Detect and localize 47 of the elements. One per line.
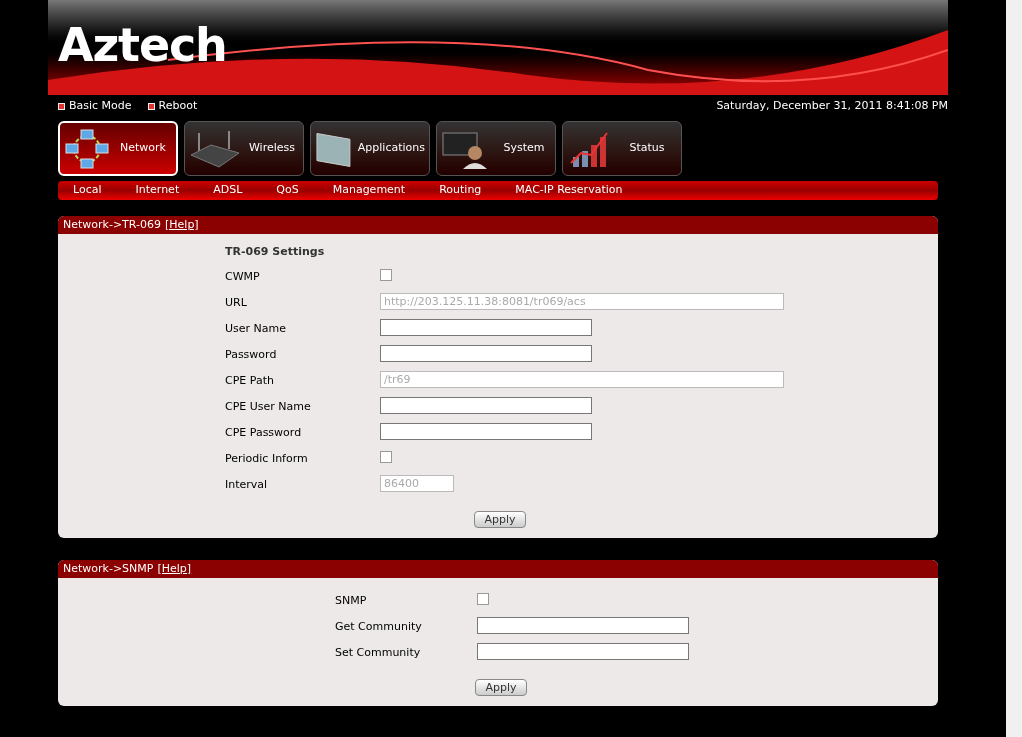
field-label: URL [225, 294, 248, 311]
field-label: Periodic Inform [225, 450, 309, 467]
field-label: Interval [225, 476, 269, 493]
panel-title: Network->TR-069 [63, 216, 161, 233]
field-label: CPE Password [225, 424, 303, 441]
field-label: CPE Path [225, 372, 275, 389]
sub-nav-link[interactable]: Routing [439, 182, 482, 199]
logo: Aztech [58, 22, 227, 68]
router-icon [189, 128, 241, 169]
text-field[interactable] [477, 616, 689, 634]
date-time: Saturday, December 31, 2011 8:41:08 PM [716, 97, 948, 114]
text-field[interactable] [477, 642, 689, 660]
header-link[interactable]: Reboot [147, 97, 198, 115]
field-label: CPE User Name [225, 398, 312, 415]
scrollbar[interactable] [1006, 0, 1022, 737]
main-tab[interactable]: Status [562, 121, 682, 176]
panel-title: Network->SNMP [63, 560, 154, 577]
main-tab[interactable]: System [436, 121, 556, 176]
field-label: Get Community [335, 618, 423, 635]
sub-nav-link[interactable]: MAC-IP Reservation [515, 182, 623, 199]
apply-button[interactable]: Apply [475, 679, 527, 696]
help-link[interactable]: [Help] [157, 560, 192, 578]
field-label: CWMP [225, 268, 261, 285]
main-tab[interactable]: Applications [310, 121, 430, 176]
field-label: Password [225, 346, 278, 363]
sub-nav-link[interactable]: Internet [135, 182, 180, 199]
main-tab[interactable]: Network [58, 121, 178, 176]
text-field[interactable] [380, 318, 592, 336]
checkbox[interactable] [380, 451, 392, 463]
text-field[interactable] [380, 396, 592, 414]
sub-nav-link[interactable]: QoS [276, 182, 299, 199]
text-field[interactable] [380, 344, 592, 362]
field-label: User Name [225, 320, 288, 337]
apply-button[interactable]: Apply [474, 511, 526, 528]
checkbox[interactable] [477, 593, 489, 605]
field-label: SNMP [335, 592, 368, 609]
section-heading: TR-069 Settings [225, 244, 326, 260]
network-computers-icon [64, 128, 110, 169]
main-tab[interactable]: Wireless [184, 121, 304, 176]
checkbox[interactable] [380, 269, 392, 281]
text-field[interactable] [380, 422, 592, 440]
sub-nav-link[interactable]: Local [73, 182, 102, 199]
help-link[interactable]: [Help] [165, 216, 199, 234]
sub-nav-link[interactable]: Management [332, 182, 406, 199]
sub-nav-link[interactable]: ADSL [213, 182, 243, 199]
field-label: Set Community [335, 644, 422, 661]
header-link[interactable]: Basic Mode [58, 97, 132, 115]
